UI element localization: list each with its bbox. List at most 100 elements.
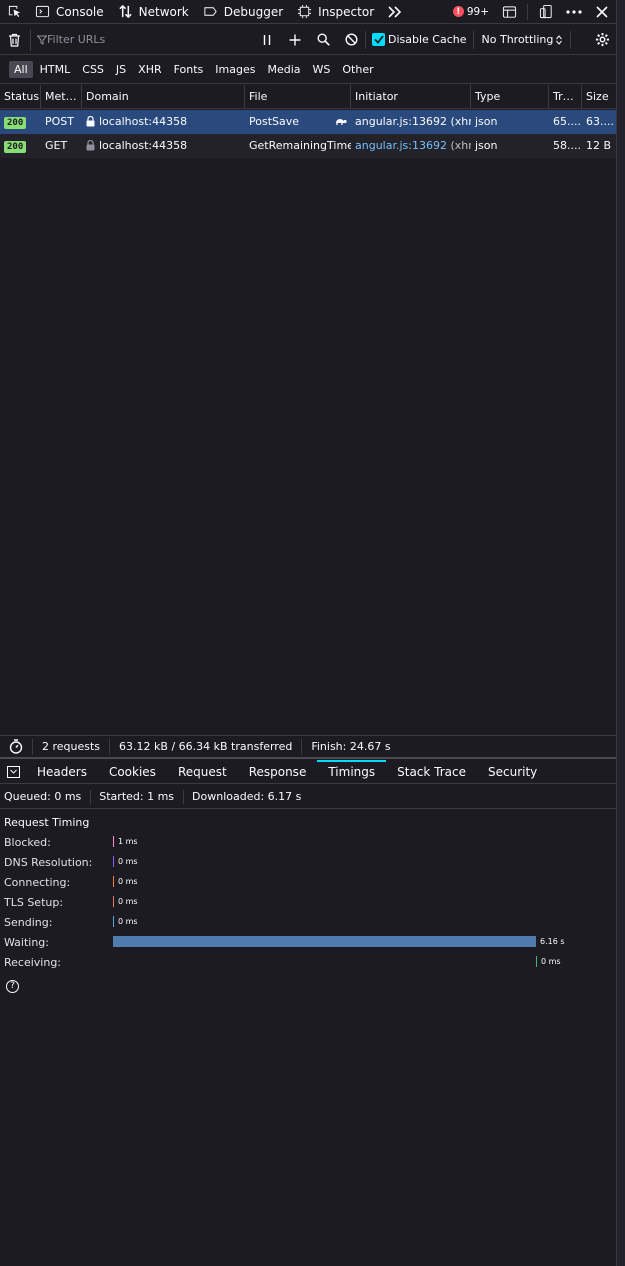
toggle-sidebar-button[interactable] bbox=[0, 760, 26, 784]
type-filter-ws[interactable]: WS bbox=[308, 61, 336, 78]
lock-icon bbox=[86, 116, 95, 127]
tab-stack-trace[interactable]: Stack Trace bbox=[386, 760, 477, 784]
split-console-icon[interactable] bbox=[495, 0, 523, 24]
column-domain[interactable]: Domain bbox=[82, 85, 245, 109]
new-request-button[interactable] bbox=[281, 25, 309, 55]
more-options-icon[interactable] bbox=[560, 0, 588, 24]
timing-bar bbox=[113, 856, 114, 867]
search-button[interactable] bbox=[309, 25, 337, 55]
initiator-suffix: (xhr) bbox=[450, 139, 471, 152]
timing-value: 6.16 s bbox=[540, 937, 565, 946]
element-picker-icon[interactable] bbox=[0, 0, 28, 24]
timing-row: Receiving: 0 ms bbox=[0, 952, 616, 972]
size-cell: 63.... bbox=[586, 115, 614, 128]
performance-analysis-button[interactable] bbox=[0, 736, 32, 758]
type-cell: json bbox=[475, 139, 498, 152]
initiator-cell[interactable]: angular.js:13692 (xhr) bbox=[351, 110, 471, 134]
timing-bar bbox=[113, 896, 114, 907]
disable-cache-checkbox[interactable]: Disable Cache bbox=[366, 33, 473, 46]
column-method[interactable]: Met… bbox=[41, 85, 82, 109]
transferred-cell: 65.... bbox=[553, 115, 581, 128]
clear-requests-button[interactable] bbox=[0, 25, 28, 55]
tab-timings[interactable]: Timings bbox=[317, 759, 386, 784]
tab-inspector[interactable]: Inspector bbox=[290, 0, 381, 24]
column-initiator[interactable]: Initiator bbox=[351, 85, 471, 109]
timing-row: Waiting: 6.16 s bbox=[0, 932, 616, 952]
file-cell: PostSave bbox=[245, 110, 351, 134]
sidebar-toggle-icon bbox=[6, 765, 20, 778]
type-filter-other[interactable]: Other bbox=[337, 61, 378, 78]
initiator-cell[interactable]: angular.js:13692 (xhr) bbox=[351, 134, 471, 158]
responsive-design-icon[interactable] bbox=[532, 0, 560, 24]
type-filter-media[interactable]: Media bbox=[262, 61, 305, 78]
debugger-icon bbox=[204, 7, 217, 16]
type-filter-images[interactable]: Images bbox=[210, 61, 260, 78]
file-cell: GetRemainingTimes bbox=[249, 139, 351, 152]
pause-button[interactable] bbox=[253, 25, 281, 55]
tab-response[interactable]: Response bbox=[238, 760, 318, 784]
initiator-link[interactable]: angular.js:13692 bbox=[355, 115, 447, 128]
error-count-badge[interactable]: ! 99+ bbox=[447, 6, 495, 18]
type-filter-html[interactable]: HTML bbox=[35, 61, 76, 78]
initiator-link[interactable]: angular.js:13692 bbox=[355, 139, 447, 152]
block-requests-button[interactable] bbox=[337, 25, 365, 55]
network-settings-button[interactable] bbox=[588, 25, 616, 55]
tab-debugger[interactable]: Debugger bbox=[196, 0, 290, 24]
requests-table-header: Status Met… Domain File Initiator Type T… bbox=[0, 85, 616, 109]
timing-bar bbox=[113, 916, 114, 927]
timing-row: Blocked: 1 ms bbox=[0, 832, 616, 852]
tab-network[interactable]: Network bbox=[111, 0, 196, 24]
column-status[interactable]: Status bbox=[0, 85, 41, 109]
timing-value: 0 ms bbox=[118, 897, 138, 906]
close-icon[interactable] bbox=[588, 0, 616, 24]
help-icon[interactable]: ? bbox=[6, 980, 19, 993]
status-cell: 200 bbox=[0, 134, 41, 158]
plus-icon bbox=[289, 34, 301, 45]
more-tools-chevron-icon[interactable] bbox=[381, 0, 409, 24]
filter-urls-wrapper bbox=[30, 28, 253, 51]
network-icon bbox=[118, 4, 132, 19]
gear-icon bbox=[595, 32, 609, 47]
tab-cookies[interactable]: Cookies bbox=[98, 760, 167, 784]
timing-bar bbox=[113, 836, 114, 847]
type-filter-xhr[interactable]: XHR bbox=[133, 61, 166, 78]
filter-urls-input[interactable] bbox=[31, 28, 253, 51]
request-timing-title: Request Timing bbox=[4, 816, 90, 829]
error-icon: ! bbox=[452, 6, 464, 17]
table-row[interactable]: 200 GET localhost:44358 GetRemainingTime… bbox=[0, 134, 616, 158]
request-count: 2 requests bbox=[32, 738, 109, 755]
checkbox-checked-icon bbox=[372, 33, 385, 46]
type-filter-js[interactable]: JS bbox=[111, 61, 131, 78]
domain-cell: localhost:44358 bbox=[82, 110, 245, 134]
turtle-slow-icon bbox=[336, 119, 347, 125]
type-filter-fonts[interactable]: Fonts bbox=[169, 61, 209, 78]
tab-headers[interactable]: Headers bbox=[26, 760, 98, 784]
column-file[interactable]: File bbox=[245, 85, 351, 109]
column-transferred[interactable]: Tr… bbox=[549, 85, 582, 109]
tab-security[interactable]: Security bbox=[477, 760, 548, 784]
timing-value: 0 ms bbox=[118, 857, 138, 866]
timing-value: 1 ms bbox=[118, 837, 138, 846]
disable-cache-label: Disable Cache bbox=[388, 33, 467, 46]
type-filter-css[interactable]: CSS bbox=[77, 61, 109, 78]
initiator-suffix: (xhr) bbox=[450, 115, 471, 128]
column-type[interactable]: Type bbox=[471, 85, 549, 109]
timing-bar bbox=[536, 956, 537, 967]
block-icon bbox=[344, 33, 358, 46]
timing-value: 0 ms bbox=[118, 917, 138, 926]
domain-text: localhost:44358 bbox=[99, 115, 188, 128]
column-size[interactable]: Size bbox=[582, 85, 616, 109]
network-filter-toolbar: Disable Cache No Throttling bbox=[0, 25, 616, 55]
timing-label: Waiting: bbox=[4, 936, 49, 949]
throttling-label: No Throttling bbox=[481, 33, 554, 46]
table-row[interactable]: 200 POST localhost:44358 PostSave angula… bbox=[0, 110, 616, 134]
timing-row: Connecting: 0 ms bbox=[0, 872, 616, 892]
timing-bar bbox=[113, 876, 114, 887]
timing-row: TLS Setup: 0 ms bbox=[0, 892, 616, 912]
tab-console[interactable]: Console bbox=[28, 0, 111, 24]
timing-label: Connecting: bbox=[4, 876, 71, 889]
type-filter-all[interactable]: All bbox=[9, 61, 33, 78]
throttling-select[interactable]: No Throttling bbox=[474, 33, 571, 46]
devtools-toolbox: Console Network Debugger Inspector ! 99+ bbox=[0, 0, 616, 24]
tab-request[interactable]: Request bbox=[167, 760, 238, 784]
